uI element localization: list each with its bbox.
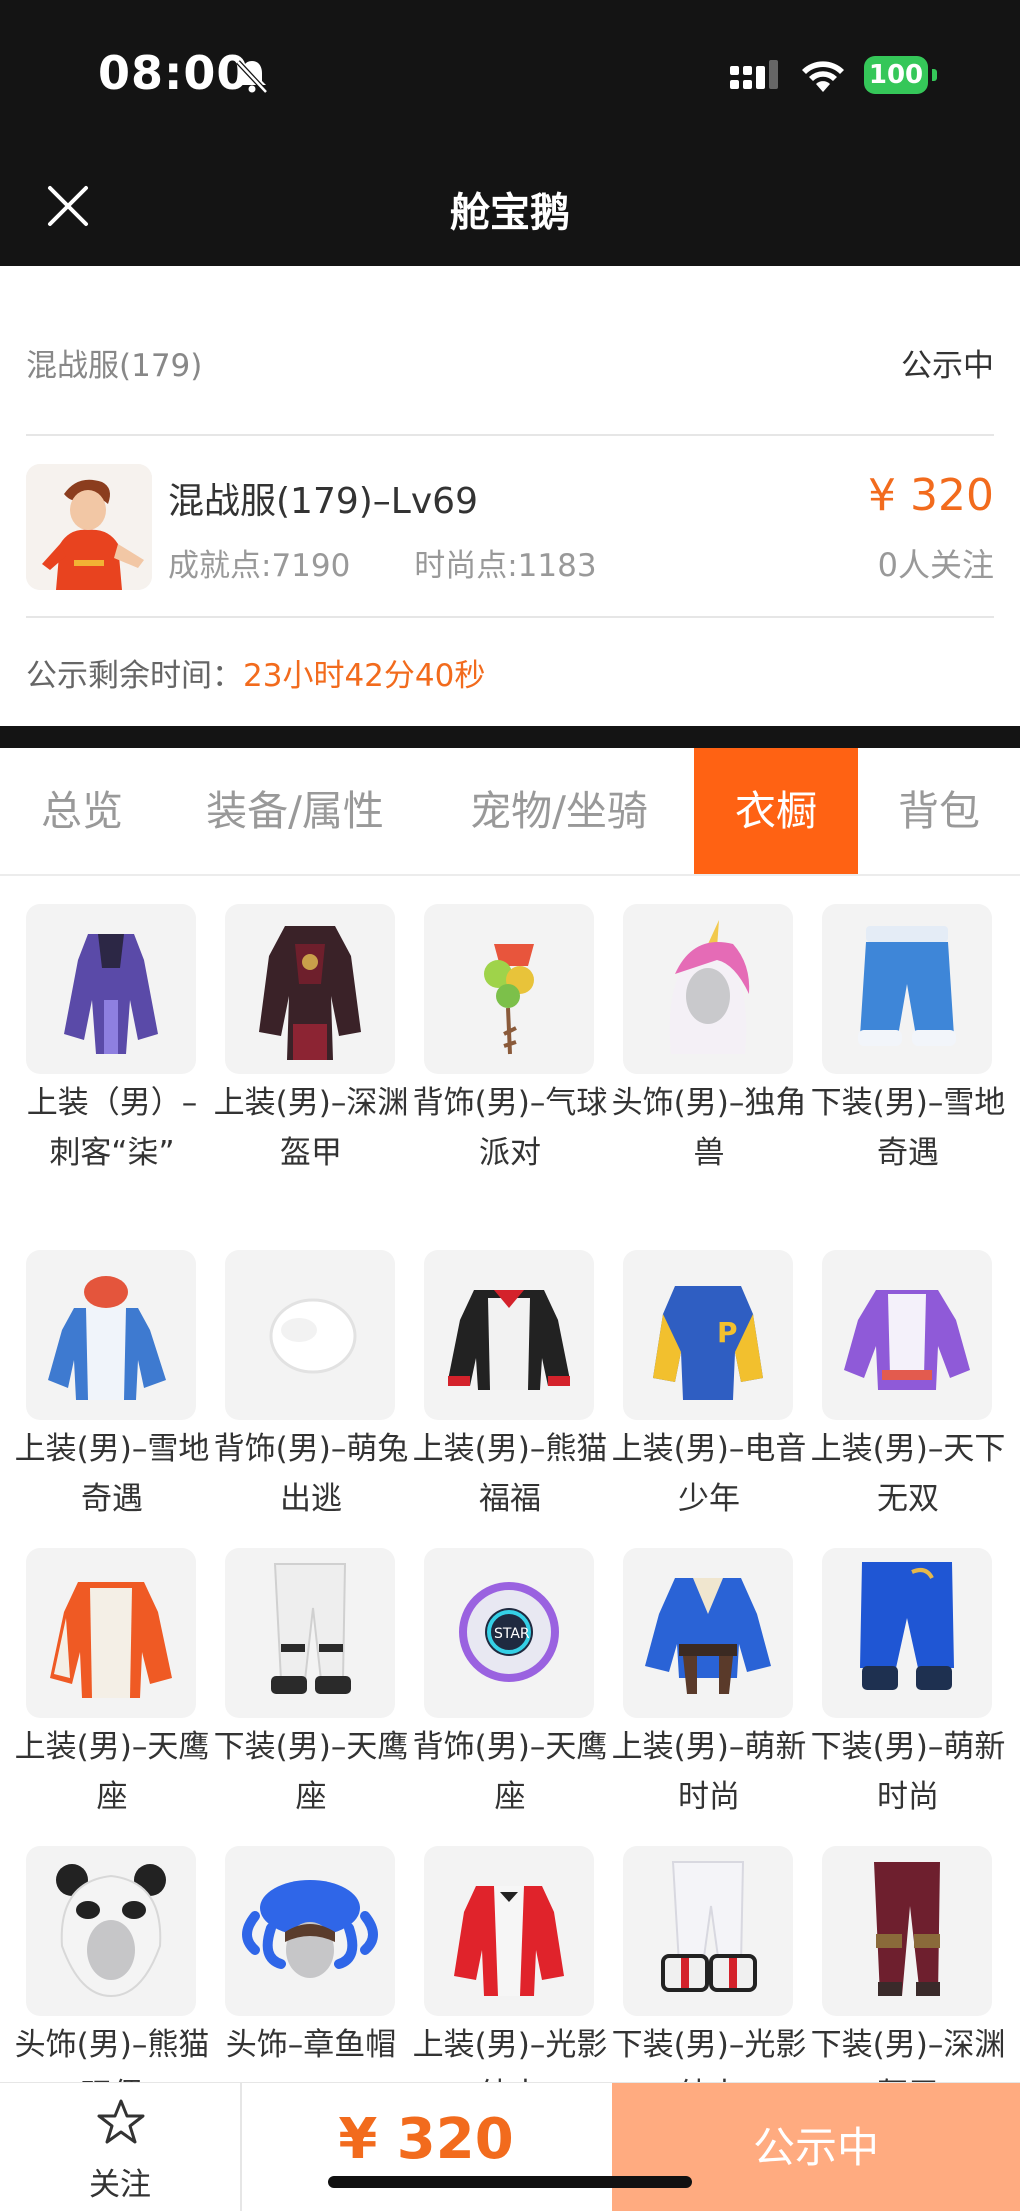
- blue-pants-icon: [822, 1548, 992, 1718]
- blue-shorts-icon: [822, 904, 992, 1074]
- tab-equipment[interactable]: 装备/属性: [164, 748, 426, 874]
- countdown-value: 23小时42分40秒: [243, 658, 486, 694]
- item-name: 背饰(男)–天鹰座: [412, 1729, 608, 1815]
- item-name: 上装(男)–萌新时尚: [611, 1729, 807, 1815]
- item-name: 下装(男)–雪地奇遇: [810, 1085, 1006, 1171]
- divider: [26, 434, 994, 436]
- item-name: 上装(男)–深渊盔甲: [213, 1085, 409, 1171]
- role-title: 混战服(179)–Lv69: [168, 481, 478, 522]
- blue-kimono-icon: [623, 1548, 793, 1718]
- item-name: 头饰–章鱼帽: [225, 2027, 397, 2063]
- white-fluff-icon: [225, 1250, 395, 1420]
- listing-status: 公示中: [901, 348, 994, 384]
- blue-parka-icon: [26, 1250, 196, 1420]
- red-tux-icon: [424, 1846, 594, 2016]
- item-name: 下装(男)–萌新时尚: [810, 1729, 1006, 1815]
- item-name: 上装(男)–雪地奇遇: [14, 1431, 210, 1517]
- item-name: 头饰(男)–独角兽: [611, 1085, 807, 1171]
- wardrobe-item[interactable]: 下装(男)–深渊盔甲: [811, 1846, 1005, 2120]
- item-name: 上装(男)–天下无双: [810, 1431, 1006, 1517]
- wardrobe-item[interactable]: 下装(男)–光影绅士: [612, 1846, 806, 2120]
- follow-button[interactable]: 关注: [0, 2083, 242, 2211]
- wardrobe-item[interactable]: 上装(男)–熊猫福福: [413, 1250, 607, 1524]
- wardrobe-item[interactable]: 上装(男)–天下无双: [811, 1250, 1005, 1524]
- wardrobe-item[interactable]: 背饰(男)–气球派对: [413, 904, 607, 1178]
- wardrobe-item[interactable]: 上装（男）–刺客“柒”: [26, 904, 198, 1178]
- wardrobe-item[interactable]: 下装(男)–雪地奇遇: [811, 904, 1005, 1178]
- maroon-pants-icon: [822, 1846, 992, 2016]
- fashion-points: 时尚点:1183: [414, 548, 597, 584]
- dark-armor-icon: [225, 904, 395, 1074]
- page-title: 舱宝鹅: [450, 190, 570, 236]
- item-name: 背饰(男)–萌兔出逃: [213, 1431, 409, 1517]
- countdown-label: 公示剩余时间：: [26, 658, 243, 694]
- octopus-hat-icon: [225, 1846, 395, 2016]
- divider: [26, 616, 994, 618]
- star-orb-icon: STAR: [424, 1548, 594, 1718]
- tab-pets-mounts[interactable]: 宠物/坐骑: [426, 748, 692, 874]
- panda-jacket-icon: [424, 1250, 594, 1420]
- purple-robe-icon: [26, 904, 196, 1074]
- status-time: 08:00: [98, 46, 250, 100]
- wardrobe-item[interactable]: 下装(男)–萌新时尚: [811, 1548, 1005, 1822]
- purple-outfit-icon: [822, 1250, 992, 1420]
- follower-count: 0人关注: [877, 546, 994, 584]
- countdown: 公示剩余时间：23小时42分40秒: [26, 650, 485, 695]
- server-name: 混战服(179): [26, 348, 203, 384]
- follow-label: 关注: [89, 2167, 151, 2203]
- avatar: [26, 464, 152, 590]
- wardrobe-item[interactable]: P 上装(男)–电音少年: [612, 1250, 806, 1524]
- wardrobe-item[interactable]: 上装(男)–雪地奇遇: [15, 1250, 209, 1524]
- panda-hat-icon: [26, 1846, 196, 2016]
- white-boots-icon: [623, 1846, 793, 2016]
- item-name: 背饰(男)–气球派对: [412, 1085, 608, 1171]
- bottom-price: ¥ 320: [338, 2107, 514, 2172]
- item-name: 上装(男)–熊猫福福: [412, 1431, 608, 1517]
- varsity-jacket-icon: P: [623, 1250, 793, 1420]
- item-name: 上装(男)–天鹰座: [14, 1729, 210, 1815]
- wardrobe-item[interactable]: 上装(男)–深渊盔甲: [214, 904, 408, 1178]
- status-bar: 08:00 100: [0, 0, 1020, 150]
- wardrobe-item[interactable]: 上装(男)–光影绅士: [413, 1846, 607, 2120]
- svg-text:STAR: STAR: [494, 1626, 530, 1642]
- battery-indicator: 100: [864, 56, 928, 94]
- svg-text:P: P: [717, 1316, 738, 1349]
- wifi-icon: [802, 61, 844, 92]
- wardrobe-item[interactable]: STAR 背饰(男)–天鹰座: [413, 1548, 607, 1822]
- status-button[interactable]: 公示中: [612, 2083, 1020, 2211]
- tab-wardrobe[interactable]: 衣橱: [694, 748, 858, 874]
- home-indicator: [328, 2176, 692, 2188]
- item-name: 上装（男）–刺客“柒”: [26, 1085, 198, 1171]
- item-name: 上装(男)–电音少年: [611, 1431, 807, 1517]
- orange-jacket-icon: [26, 1548, 196, 1718]
- wardrobe-item[interactable]: 下装(男)–天鹰座: [214, 1548, 408, 1822]
- server-row: 混战服(179) 公示中: [26, 340, 994, 385]
- unicorn-hood-icon: [623, 904, 793, 1074]
- tab-overview[interactable]: 总览: [0, 748, 164, 874]
- wardrobe-item[interactable]: 上装(男)–天鹰座: [15, 1548, 209, 1822]
- battery-tip: [932, 69, 937, 81]
- nav-bar: 舱宝鹅: [0, 150, 1020, 266]
- star-icon: [97, 2099, 145, 2144]
- item-name: 下装(男)–天鹰座: [213, 1729, 409, 1815]
- balloon-icon: [424, 904, 594, 1074]
- wardrobe-item[interactable]: 头饰(男)–熊猫玩偶: [15, 1846, 209, 2120]
- achievement-points: 成就点:7190: [168, 548, 351, 584]
- wardrobe-item[interactable]: 头饰(男)–独角兽: [612, 904, 806, 1178]
- bell-muted-icon: [236, 60, 268, 94]
- listing-price: ¥ 320: [868, 470, 994, 521]
- role-stats: 成就点:7190 时尚点:1183: [168, 540, 597, 585]
- wardrobe-item[interactable]: 背饰(男)–萌兔出逃: [214, 1250, 408, 1524]
- wardrobe-item[interactable]: 头饰–章鱼帽: [225, 1846, 397, 2070]
- tab-backpack[interactable]: 背包: [858, 748, 1020, 874]
- section-separator: [0, 726, 1020, 748]
- bottom-action-bar: 关注 ¥ 320 公示中: [0, 2082, 1020, 2211]
- signal-icon: [730, 60, 778, 89]
- wardrobe-item[interactable]: 上装(男)–萌新时尚: [612, 1548, 806, 1822]
- tab-bar: 总览 装备/属性 宠物/坐骑 衣橱 背包: [0, 748, 1020, 876]
- white-pants-icon: [225, 1548, 395, 1718]
